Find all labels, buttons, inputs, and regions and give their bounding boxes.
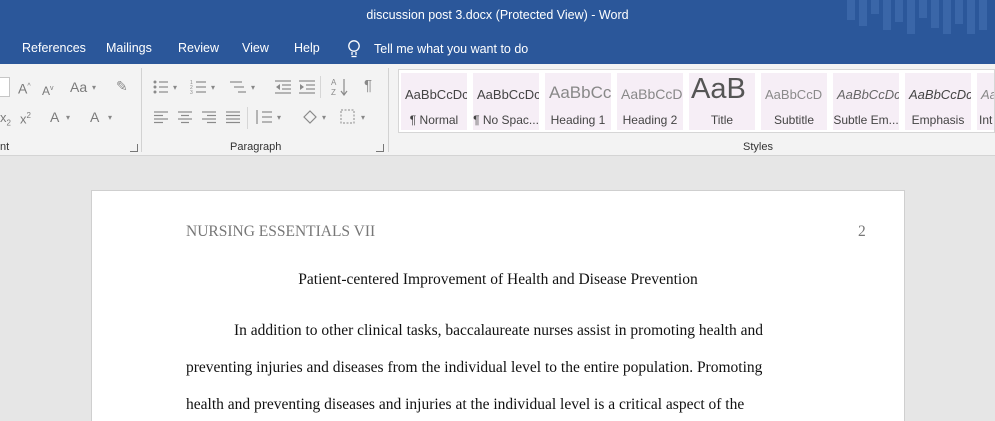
- style-no-spacing[interactable]: AaBbCcDc ¶ No Spac...: [473, 73, 539, 130]
- tab-review[interactable]: Review: [178, 41, 219, 55]
- lightbulb-icon: [348, 40, 360, 58]
- style-title[interactable]: AaB Title: [689, 73, 755, 130]
- svg-text:▾: ▾: [322, 113, 326, 122]
- svg-text:Z: Z: [331, 88, 336, 97]
- body-line: preventing injuries and diseases from th…: [186, 359, 763, 376]
- font-color-caret-icon[interactable]: ▾: [108, 113, 112, 122]
- style-subtle-emphasis[interactable]: AaBbCcDc Subtle Em...: [833, 73, 899, 130]
- ribbon-tabs: References Mailings Review View Help Tel…: [0, 34, 995, 64]
- show-formatting-marks-icon[interactable]: ¶: [364, 78, 372, 94]
- shading-icon[interactable]: ▾: [300, 108, 330, 126]
- style-intense-emphasis[interactable]: Aa Int: [977, 73, 994, 130]
- multilevel-list-icon[interactable]: ▾: [228, 79, 260, 95]
- numbering-icon[interactable]: 123 ▾: [190, 79, 220, 95]
- word-window: discussion post 3.docx (Protected View) …: [0, 0, 995, 421]
- title-bar: discussion post 3.docx (Protected View) …: [0, 0, 995, 34]
- font-dialog-launcher-icon[interactable]: [130, 144, 138, 152]
- change-case-icon[interactable]: Aa: [70, 79, 87, 95]
- svg-text:▾: ▾: [277, 113, 281, 122]
- style-heading-2[interactable]: AaBbCcD Heading 2: [617, 73, 683, 130]
- styles-gallery: AaBbCcDc ¶ Normal AaBbCcDc ¶ No Spac... …: [398, 69, 995, 133]
- align-right-icon[interactable]: [201, 110, 217, 124]
- increase-indent-icon[interactable]: [298, 79, 316, 95]
- tell-me-search[interactable]: Tell me what you want to do: [346, 39, 528, 59]
- change-case-caret-icon[interactable]: ▾: [92, 83, 96, 92]
- svg-text:▾: ▾: [361, 113, 365, 122]
- tab-view[interactable]: View: [242, 41, 269, 55]
- body-line: In addition to other clinical tasks, bac…: [234, 322, 763, 339]
- running-header: NURSING ESSENTIALS VII: [186, 223, 376, 240]
- group-divider: [388, 68, 389, 152]
- paragraph-group-label: Paragraph: [230, 141, 282, 153]
- paragraph-divider: [247, 107, 248, 129]
- style-normal[interactable]: AaBbCcDc ¶ Normal: [401, 73, 467, 130]
- tab-references[interactable]: References: [22, 41, 86, 55]
- align-left-icon[interactable]: [153, 110, 169, 124]
- text-effects-caret-icon[interactable]: ▾: [66, 113, 70, 122]
- borders-icon[interactable]: ▾: [340, 109, 370, 125]
- grow-font-icon[interactable]: A^: [18, 79, 31, 97]
- styles-group-label: Styles: [743, 141, 773, 153]
- document-title: Patient-centered Improvement of Health a…: [298, 271, 698, 288]
- tab-help[interactable]: Help: [294, 41, 320, 55]
- line-spacing-icon[interactable]: ▾: [254, 109, 286, 125]
- document-canvas[interactable]: NURSING ESSENTIALS VII 2 Patient-centere…: [0, 157, 995, 421]
- sort-icon[interactable]: AZ: [331, 77, 351, 97]
- svg-text:3: 3: [190, 90, 193, 95]
- style-subtitle[interactable]: AaBbCcD Subtitle: [761, 73, 827, 130]
- tell-me-label: Tell me what you want to do: [374, 42, 529, 56]
- ribbon: A^ Av Aa ▾ ✎ x2 x2 A ▾ A ▾ nt ▾ 123 ▾ ▾ …: [0, 64, 995, 156]
- superscript-icon[interactable]: x2: [20, 108, 31, 127]
- text-effects-icon[interactable]: A: [50, 109, 59, 125]
- decrease-indent-icon[interactable]: [274, 79, 292, 95]
- svg-text:▾: ▾: [251, 83, 255, 92]
- paragraph-divider: [320, 76, 321, 98]
- svg-text:▾: ▾: [173, 83, 177, 92]
- subscript-icon[interactable]: x2: [0, 110, 11, 132]
- font-group-label: nt: [0, 141, 10, 153]
- style-heading-1[interactable]: AaBbCc Heading 1: [545, 73, 611, 130]
- justify-icon[interactable]: [225, 110, 241, 124]
- page-number: 2: [858, 223, 866, 240]
- group-divider: [141, 68, 142, 152]
- document-page[interactable]: NURSING ESSENTIALS VII 2 Patient-centere…: [91, 190, 905, 421]
- title-bar-decoration: [845, 0, 995, 34]
- style-emphasis[interactable]: AaBbCcDc Emphasis: [905, 73, 971, 130]
- body-line: health and preventing diseases and injur…: [186, 396, 745, 413]
- tab-mailings[interactable]: Mailings: [106, 41, 152, 55]
- svg-text:▾: ▾: [211, 83, 215, 92]
- shrink-font-icon[interactable]: Av: [42, 81, 54, 99]
- svg-text:A: A: [331, 78, 337, 87]
- bullets-icon[interactable]: ▾: [152, 79, 182, 95]
- font-size-box[interactable]: [0, 77, 10, 97]
- align-center-icon[interactable]: [177, 110, 193, 124]
- paragraph-dialog-launcher-icon[interactable]: [376, 144, 384, 152]
- font-color-icon[interactable]: A: [90, 109, 99, 125]
- clear-formatting-icon[interactable]: ✎: [116, 78, 128, 94]
